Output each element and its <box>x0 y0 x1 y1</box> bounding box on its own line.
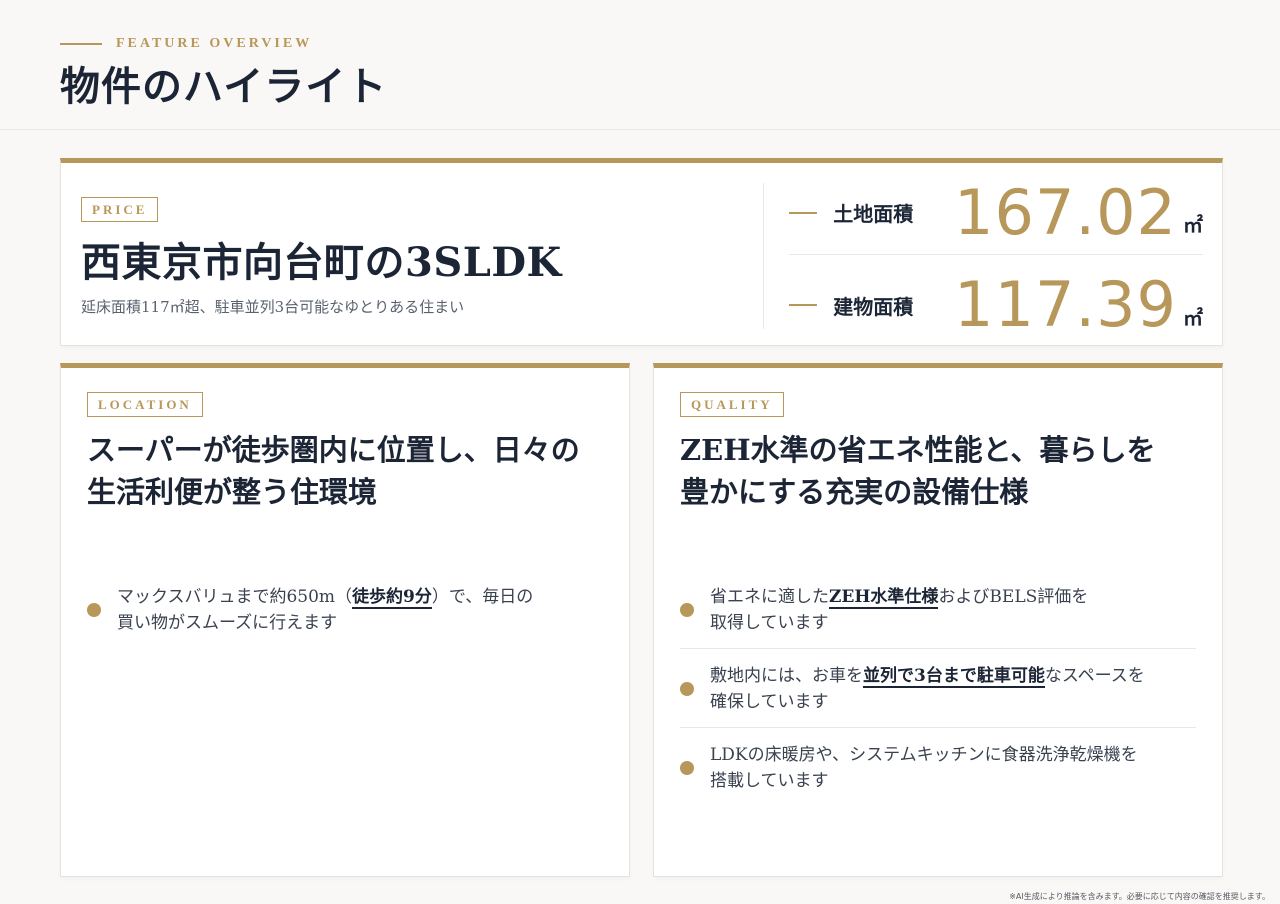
quality-heading-line2: 豊かにする充実の設備仕様 <box>680 475 1029 509</box>
bullet-text-line2: 買い物がスムーズに行えます <box>117 613 338 633</box>
price-block: PRICE 西東京市向台町の3SLDK 延床面積117㎡超、駐車並列3台可能なゆ… <box>81 197 562 317</box>
eyebrow: FEATURE OVERVIEW <box>60 36 312 52</box>
bullet-dot-icon <box>680 603 694 617</box>
bullet-text-pre: マックスバリュまで約650m（ <box>117 587 353 607</box>
bullet-text-strong: 並列で3台まで駐車可能 <box>863 666 1045 688</box>
quality-card: QUALITY ZEH水準の省エネ性能と、暮らしを 豊かにする充実の設備仕様 省… <box>653 363 1223 877</box>
price-card: PRICE 西東京市向台町の3SLDK 延床面積117㎡超、駐車並列3台可能なゆ… <box>60 158 1223 346</box>
list-item: 敷地内には、お車を並列で3台まで駐車可能なスペースを 確保しています <box>680 648 1196 727</box>
list-item: マックスバリュまで約650m（徒歩約9分）で、毎日の 買い物がスムーズに行えます <box>87 574 603 648</box>
bullet-text: LDKの床暖房や、システムキッチンに食器洗浄乾燥機を 搭載しています <box>710 742 1138 794</box>
bullet-dot-icon <box>680 682 694 696</box>
bullet-text: 敷地内には、お車を並列で3台まで駐車可能なスペースを 確保しています <box>710 663 1145 715</box>
quality-heading-line1: ZEH水準の省エネ性能と、暮らしを <box>680 433 1156 467</box>
eyebrow-rule <box>60 43 102 45</box>
location-heading-line1: スーパーが徒歩圏内に位置し、日々の <box>87 433 580 467</box>
bullet-text: マックスバリュまで約650m（徒歩約9分）で、毎日の 買い物がスムーズに行えます <box>117 584 533 636</box>
bullet-text-strong: 徒歩約9分 <box>352 587 432 609</box>
location-heading-line2: 生活利便が整う住環境 <box>87 475 378 509</box>
location-bullets: マックスバリュまで約650m（徒歩約9分）で、毎日の 買い物がスムーズに行えます <box>87 574 603 648</box>
page-header: FEATURE OVERVIEW 物件のハイライト <box>0 0 1280 130</box>
bullet-dot-icon <box>680 761 694 775</box>
vertical-divider <box>763 183 764 329</box>
bullet-text-post: およびBELS評価を <box>938 587 1089 607</box>
land-area-row: 土地面積 167.02 ㎡ <box>789 171 1203 255</box>
price-tag: PRICE <box>81 197 159 222</box>
location-card: LOCATION スーパーが徒歩圏内に位置し、日々の 生活利便が整う住環境 マッ… <box>60 363 630 877</box>
land-area-value: 167.02 <box>954 175 1177 249</box>
quality-heading: ZEH水準の省エネ性能と、暮らしを 豊かにする充実の設備仕様 <box>680 429 1200 513</box>
bullet-text-line2: 確保しています <box>710 692 829 712</box>
building-area-label: 建物面積 <box>833 294 914 319</box>
list-item: LDKの床暖房や、システムキッチンに食器洗浄乾燥機を 搭載しています <box>680 727 1196 806</box>
bullet-dot-icon <box>87 603 101 617</box>
dash-icon <box>789 304 818 306</box>
eyebrow-text: FEATURE OVERVIEW <box>116 36 313 51</box>
bullet-text-post: ）で、毎日の <box>431 587 534 607</box>
bullet-text-pre: 敷地内には、お車を <box>710 666 863 686</box>
location-heading: スーパーが徒歩圏内に位置し、日々の 生活利便が整う住環境 <box>87 429 607 513</box>
location-header: LOCATION スーパーが徒歩圏内に位置し、日々の 生活利便が整う住環境 <box>87 392 607 513</box>
bullet-text-line2: 搭載しています <box>710 771 829 791</box>
bullet-text: 省エネに適したZEH水準仕様およびBELS評価を 取得しています <box>710 584 1088 636</box>
bullet-text-strong: ZEH水準仕様 <box>829 587 939 609</box>
quality-header: QUALITY ZEH水準の省エネ性能と、暮らしを 豊かにする充実の設備仕様 <box>680 392 1200 513</box>
building-area-row: 建物面積 117.39 ㎡ <box>789 263 1203 347</box>
page-title: 物件のハイライト <box>60 63 388 110</box>
building-area-value: 117.39 <box>954 268 1177 341</box>
ai-disclaimer: ※AI生成により推論を含みます。必要に応じて内容の確認を推奨します。 <box>1009 892 1270 901</box>
location-tag: LOCATION <box>87 392 203 417</box>
quality-tag: QUALITY <box>680 392 784 417</box>
quality-bullets: 省エネに適したZEH水準仕様およびBELS評価を 取得しています 敷地内には、お… <box>680 574 1196 806</box>
bullet-text-pre: LDKの床暖房や、システムキッチンに食器洗浄乾燥機を <box>710 745 1138 765</box>
land-area-label: 土地面積 <box>833 202 914 226</box>
bullet-text-pre: 省エネに適した <box>710 587 829 607</box>
property-subtitle: 延床面積117㎡超、駐車並列3台可能なゆとりある住まい <box>81 298 465 316</box>
bullet-text-line2: 取得しています <box>710 613 829 633</box>
land-area-unit: ㎡ <box>1183 213 1203 237</box>
bullet-text-post: なスペースを <box>1044 666 1145 686</box>
property-title: 西東京市向台町の3SLDK <box>81 239 562 286</box>
list-item: 省エネに適したZEH水準仕様およびBELS評価を 取得しています <box>680 574 1196 648</box>
dash-icon <box>789 211 818 214</box>
building-area-unit: ㎡ <box>1183 306 1203 330</box>
